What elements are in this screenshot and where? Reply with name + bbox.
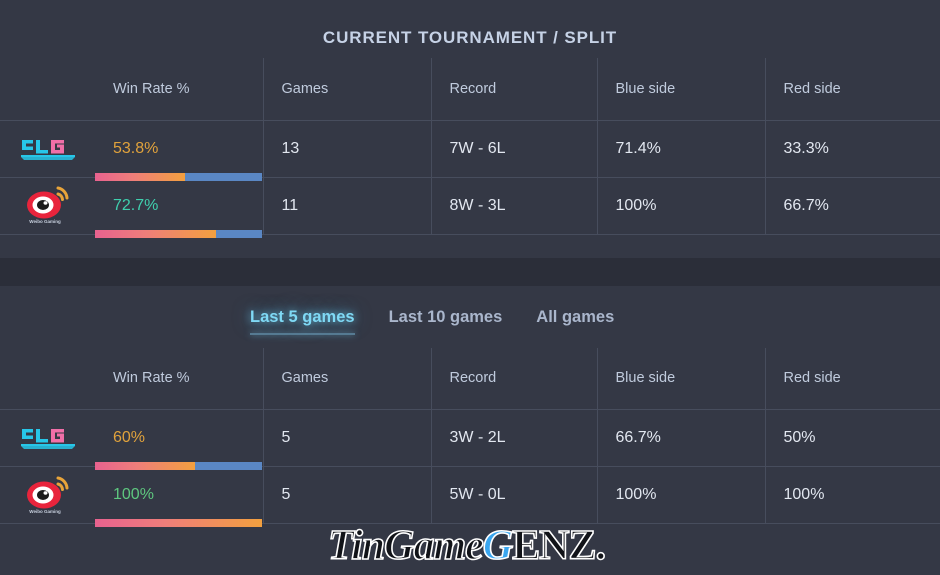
team-logo-cell[interactable]: Weibo Gaming <box>0 177 95 235</box>
record-cell: 5W - 0L <box>431 466 598 524</box>
current-tournament-table: Win Rate % Games Record Blue side Red si… <box>0 58 940 238</box>
games-cell: 11 <box>263 177 432 235</box>
column-header-games: Games <box>263 347 432 410</box>
win-rate-cell: 100% <box>95 466 264 527</box>
win-rate-value: 60% <box>113 429 146 446</box>
red-side-cell: 66.7% <box>765 177 940 235</box>
column-header-team <box>0 58 95 121</box>
red-side-cell: 100% <box>765 466 940 524</box>
games-cell: 5 <box>263 466 432 524</box>
win-rate-bar-fill <box>95 519 262 527</box>
column-header-blue-side: Blue side <box>597 347 766 410</box>
table-row[interactable]: Weibo Gaming 100% 5 5W - 0L 100% 100% <box>0 466 940 527</box>
column-header-win-rate: Win Rate % <box>95 347 264 410</box>
watermark-part-1: TinGame <box>327 522 484 570</box>
current-tournament-panel: CURRENT TOURNAMENT / SPLIT Win Rate % Ga… <box>0 0 940 258</box>
table-row[interactable]: 53.8% 13 7W - 6L 71.4% 33.3% <box>0 120 940 181</box>
record-cell: 7W - 6L <box>431 120 598 178</box>
column-header-team <box>0 347 95 410</box>
column-header-win-rate: Win Rate % <box>95 58 264 121</box>
win-rate-bar <box>95 229 262 238</box>
table-row[interactable]: Weibo Gaming 72.7% 11 8W - 3L 100% 66.7% <box>0 177 940 238</box>
games-range-tabs: Last 5 games Last 10 games All games <box>0 286 940 348</box>
team-logo-cell[interactable]: Weibo Gaming <box>0 466 95 524</box>
blue-side-cell: 100% <box>597 466 766 524</box>
win-rate-bar-fill <box>95 229 217 238</box>
table-header-row: Win Rate % Games Record Blue side Red si… <box>0 347 940 410</box>
games-cell: 5 <box>263 409 432 467</box>
section-divider <box>0 257 940 286</box>
column-header-games: Games <box>263 58 432 121</box>
games-cell: 13 <box>263 120 432 178</box>
page-title: CURRENT TOURNAMENT / SPLIT <box>322 28 618 47</box>
win-rate-bar <box>95 519 262 527</box>
tab-last-5-games[interactable]: Last 5 games <box>250 308 355 335</box>
blue-side-cell: 71.4% <box>597 120 766 178</box>
weibo-gaming-logo: Weibo Gaming <box>12 471 84 517</box>
tab-last-10-games[interactable]: Last 10 games <box>389 308 503 332</box>
svg-text:Weibo Gaming: Weibo Gaming <box>29 509 61 514</box>
column-header-red-side: Red side <box>765 58 940 121</box>
recent-games-panel: Last 5 games Last 10 games All games Win… <box>0 285 940 527</box>
blue-side-cell: 100% <box>597 177 766 235</box>
recent-games-table: Win Rate % Games Record Blue side Red si… <box>0 347 940 527</box>
column-header-record: Record <box>431 347 598 410</box>
red-side-cell: 33.3% <box>765 120 940 178</box>
blg-logo <box>12 415 84 461</box>
tab-all-games[interactable]: All games <box>536 308 614 332</box>
win-rate-value: 53.8% <box>113 139 159 157</box>
win-rate-cell: 53.8% <box>95 120 264 181</box>
win-rate-value: 100% <box>113 486 154 503</box>
table-header-row: Win Rate % Games Record Blue side Red si… <box>0 58 940 121</box>
blg-logo <box>12 126 84 172</box>
table-row[interactable]: 60% 5 3W - 2L 66.7% 50% <box>0 409 940 470</box>
win-rate-value: 72.7% <box>113 196 159 214</box>
watermark-part-3: ENZ. <box>511 522 606 570</box>
red-side-cell: 50% <box>765 409 940 467</box>
record-cell: 3W - 2L <box>431 409 598 467</box>
column-header-red-side: Red side <box>765 347 940 410</box>
weibo-gaming-logo: Weibo Gaming <box>12 181 84 227</box>
site-watermark: TinGameGENZ. <box>327 522 607 570</box>
blue-side-cell: 66.7% <box>597 409 766 467</box>
svg-text:Weibo Gaming: Weibo Gaming <box>29 219 61 224</box>
column-header-blue-side: Blue side <box>597 58 766 121</box>
record-cell: 8W - 3L <box>431 177 598 235</box>
win-rate-cell: 60% <box>95 409 264 470</box>
win-rate-cell: 72.7% <box>95 177 264 238</box>
watermark-part-2: G <box>482 522 514 570</box>
column-header-record: Record <box>431 58 598 121</box>
team-logo-cell[interactable] <box>0 409 95 467</box>
team-logo-cell[interactable] <box>0 120 95 178</box>
